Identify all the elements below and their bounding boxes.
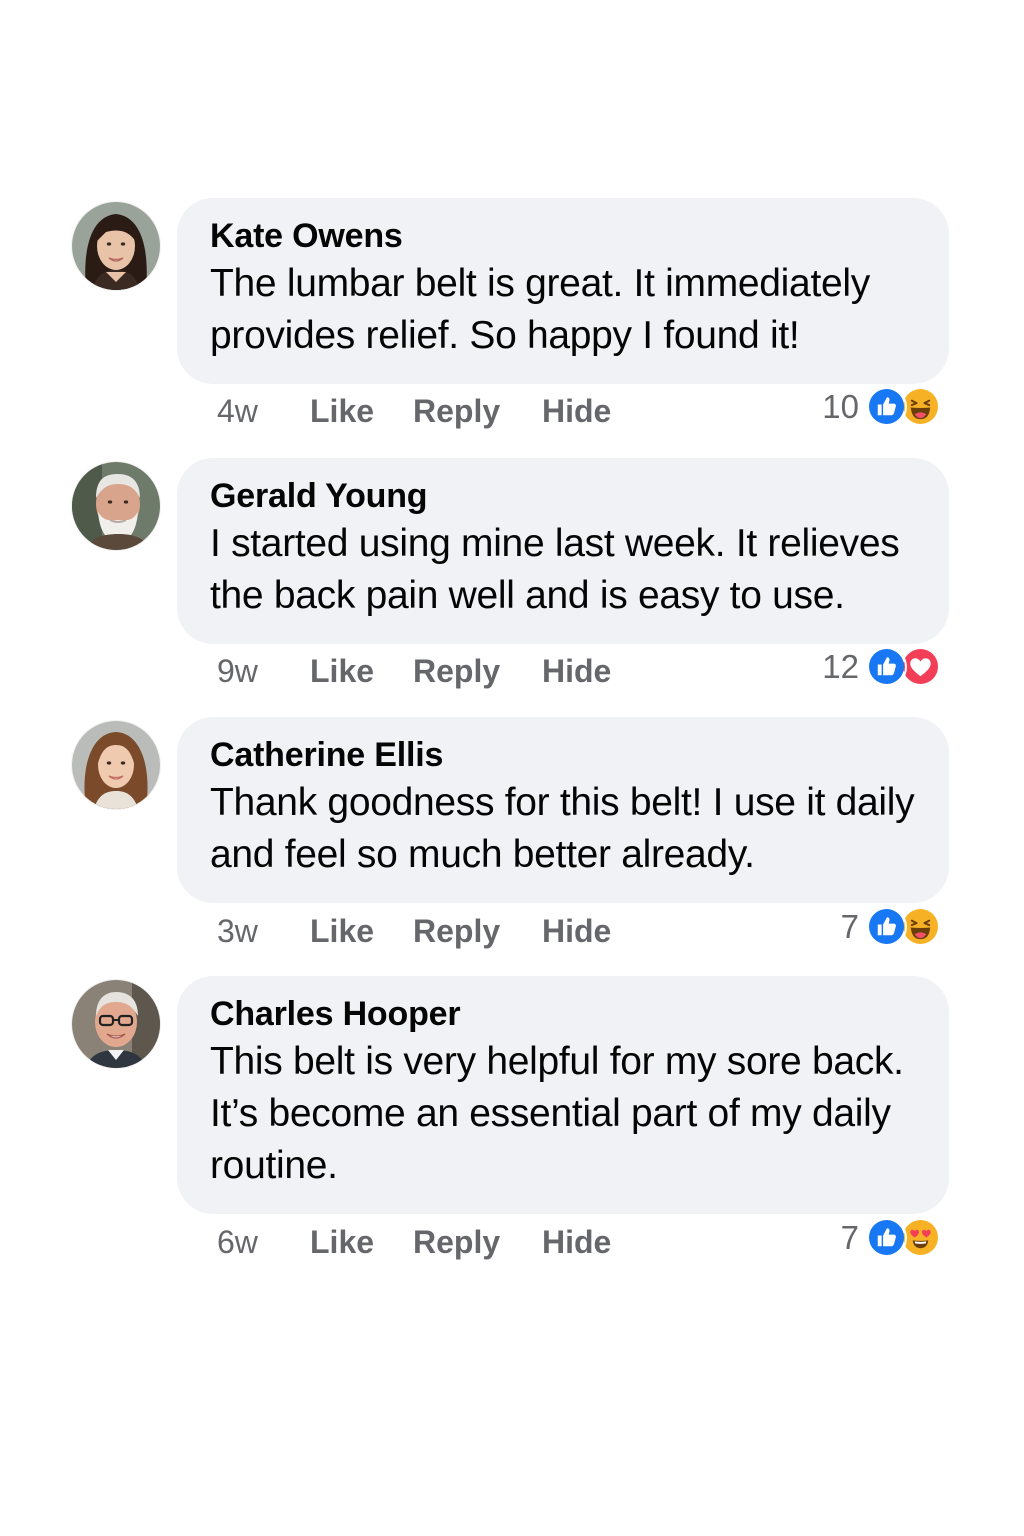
reactions-summary[interactable]: 12 [822, 645, 941, 689]
avatar[interactable] [72, 980, 160, 1068]
comment-timestamp[interactable]: 4w [217, 391, 258, 431]
comment-author[interactable]: Catherine Ellis [210, 735, 919, 775]
reactions-summary[interactable]: 10 [822, 385, 941, 429]
comment-bubble: Catherine Ellis Thank goodness for this … [177, 717, 949, 903]
comment-actions: 6w Like Reply Hide 7 [217, 1218, 947, 1262]
like-icon [867, 387, 907, 427]
comment-actions: 9w Like Reply Hide 12 [217, 647, 947, 691]
comment-timestamp[interactable]: 3w [217, 911, 258, 951]
reaction-count: 12 [822, 648, 859, 685]
comment-author[interactable]: Gerald Young [210, 476, 919, 516]
comment-text: I started using mine last week. It relie… [210, 522, 900, 617]
hide-button[interactable]: Hide [542, 911, 611, 951]
comment-text: The lumbar belt is great. It immediately… [210, 262, 870, 357]
like-button[interactable]: Like [310, 1222, 374, 1262]
reply-button[interactable]: Reply [413, 911, 500, 951]
reply-button[interactable]: Reply [413, 651, 500, 691]
reactions-summary[interactable]: 7 [841, 905, 941, 949]
comment-actions: 3w Like Reply Hide 7 [217, 907, 947, 951]
comment-actions: 4w Like Reply Hide 10 [217, 387, 947, 431]
heart-eyes-icon [901, 1218, 941, 1258]
comment-text: This belt is very helpful for my sore ba… [210, 1040, 904, 1187]
comment-text: Thank goodness for this belt! I use it d… [210, 781, 915, 876]
comment-bubble: Gerald Young I started using mine last w… [177, 458, 949, 644]
hide-button[interactable]: Hide [542, 1222, 611, 1262]
comment-timestamp[interactable]: 9w [217, 651, 258, 691]
reply-button[interactable]: Reply [413, 1222, 500, 1262]
like-button[interactable]: Like [310, 391, 374, 431]
like-icon [867, 647, 907, 687]
comment-author[interactable]: Charles Hooper [210, 994, 919, 1034]
reply-button[interactable]: Reply [413, 391, 500, 431]
comment-bubble: Kate Owens The lumbar belt is great. It … [177, 198, 949, 384]
haha-icon [901, 907, 941, 947]
like-icon [867, 1218, 907, 1258]
avatar[interactable] [72, 721, 160, 809]
like-button[interactable]: Like [310, 911, 374, 951]
like-icon [867, 907, 907, 947]
comment-bubble: Charles Hooper This belt is very helpful… [177, 976, 949, 1214]
hide-button[interactable]: Hide [542, 651, 611, 691]
comment-timestamp[interactable]: 6w [217, 1222, 258, 1262]
comment-author[interactable]: Kate Owens [210, 216, 919, 256]
haha-icon [901, 387, 941, 427]
reaction-count: 7 [840, 1219, 859, 1256]
hide-button[interactable]: Hide [542, 391, 611, 431]
reaction-count: 7 [840, 908, 859, 945]
love-icon [901, 647, 941, 687]
reaction-count: 10 [822, 388, 859, 425]
like-button[interactable]: Like [310, 651, 374, 691]
avatar[interactable] [72, 462, 160, 550]
reactions-summary[interactable]: 7 [841, 1216, 941, 1260]
avatar[interactable] [72, 202, 160, 290]
